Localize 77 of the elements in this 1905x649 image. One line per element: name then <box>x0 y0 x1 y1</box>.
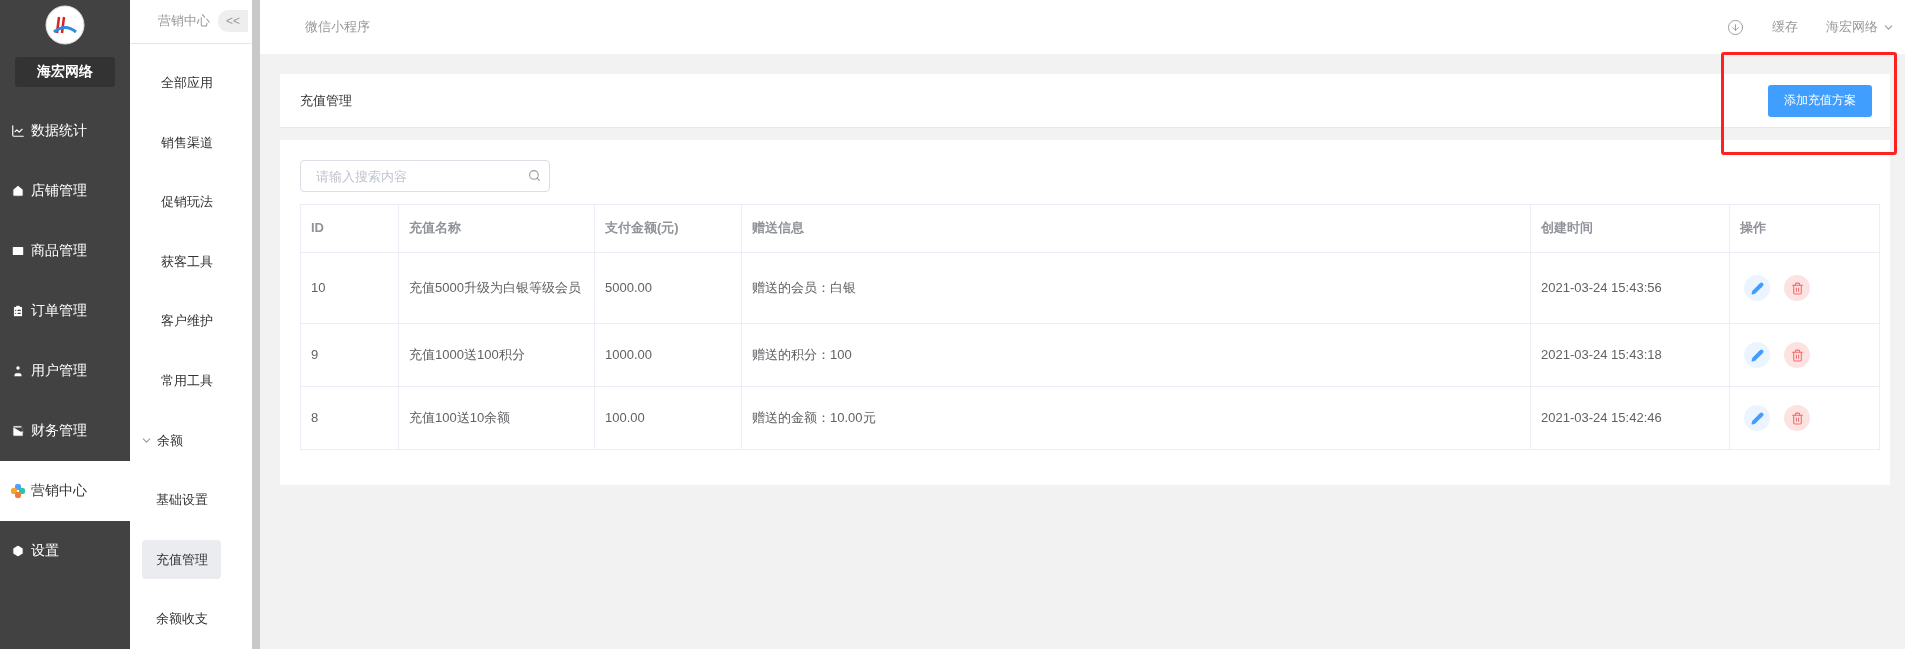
menu-item[interactable]: 常用工具 <box>142 361 232 401</box>
nav-icon <box>11 244 25 258</box>
table-cell: 赠送的积分：100 <box>742 324 1531 387</box>
table-cell: 2021-03-24 15:43:18 <box>1531 324 1730 387</box>
table-cell: 赠送的金额：10.00元 <box>742 387 1531 450</box>
menu-item[interactable]: 销售渠道 <box>142 123 232 163</box>
trash-icon <box>1790 281 1804 295</box>
column-header: ID <box>301 205 399 253</box>
column-header: 操作 <box>1730 205 1880 253</box>
menu-group[interactable]: 余额 <box>140 420 252 461</box>
pencil-icon <box>1750 348 1764 362</box>
menu-item[interactable]: 促销玩法 <box>142 182 232 223</box>
table-cell: 充值1000送100积分 <box>399 324 595 387</box>
table-cell: 100.00 <box>595 387 742 450</box>
nav-label: 店铺管理 <box>31 182 87 200</box>
download-icon[interactable] <box>1727 18 1744 36</box>
table-cell: 充值5000升级为白银等级会员 <box>399 253 595 324</box>
column-header: 支付金额(元) <box>595 205 742 253</box>
search-field[interactable]: 请输入搜索内容 <box>300 160 550 192</box>
nav-item[interactable]: 用户管理 <box>0 341 130 401</box>
nav-label: 用户管理 <box>31 362 87 380</box>
column-header: 创建时间 <box>1531 205 1730 253</box>
nav-icon <box>11 364 25 378</box>
table-cell: 2021-03-24 15:43:56 <box>1531 253 1730 324</box>
menu-item[interactable]: 获客工具 <box>142 242 232 282</box>
table-cell: 赠送的会员：白银 <box>742 253 1531 324</box>
edit-button[interactable] <box>1744 275 1770 301</box>
nav-icon <box>11 424 25 438</box>
nav-label: 订单管理 <box>31 302 87 320</box>
edit-button[interactable] <box>1744 405 1770 431</box>
scrollbar[interactable] <box>252 0 260 649</box>
nav-label: 财务管理 <box>31 422 87 440</box>
nav-icon <box>11 124 25 138</box>
nav-item[interactable]: 数据统计 <box>0 101 130 161</box>
nav-label: 营销中心 <box>31 482 87 500</box>
table-cell: 充值100送10余额 <box>399 387 595 450</box>
delete-button[interactable] <box>1784 342 1810 368</box>
table-cell: 10 <box>301 253 399 324</box>
nav-label: 商品管理 <box>31 242 87 260</box>
delete-button[interactable] <box>1784 275 1810 301</box>
menu-item[interactable]: 客户维护 <box>142 301 232 342</box>
brand-name: 海宏网络 <box>15 57 115 87</box>
nav-item[interactable]: 商品管理 <box>0 221 130 281</box>
nav-label: 设置 <box>31 542 59 560</box>
table-cell: 1000.00 <box>595 324 742 387</box>
menu-group-label: 余额 <box>157 431 183 450</box>
nav-item[interactable]: 设置 <box>0 521 130 581</box>
column-header: 充值名称 <box>399 205 595 253</box>
edit-button[interactable] <box>1744 342 1770 368</box>
nav-icon <box>11 304 25 318</box>
delete-button[interactable] <box>1784 405 1810 431</box>
pencil-icon <box>1750 411 1764 425</box>
colorful-blocks-icon <box>11 484 25 498</box>
column-header: 赠送信息 <box>742 205 1531 253</box>
table-cell: 8 <box>301 387 399 450</box>
menu-item[interactable]: 充值管理 <box>142 539 221 580</box>
nav-item[interactable]: 营销中心 <box>0 461 130 521</box>
nav-label: 数据统计 <box>31 122 87 140</box>
trash-icon <box>1790 411 1804 425</box>
section-title: 营销中心 <box>158 12 210 31</box>
trash-icon <box>1790 348 1804 362</box>
nav-item[interactable]: 店铺管理 <box>0 161 130 221</box>
nav-icon <box>11 544 25 558</box>
menu-item[interactable]: 基础设置 <box>142 480 221 520</box>
table-cell: 5000.00 <box>595 253 742 324</box>
nav-item[interactable]: 财务管理 <box>0 401 130 461</box>
menu-item[interactable]: 余额收支 <box>142 599 221 639</box>
pencil-icon <box>1750 281 1764 295</box>
logo <box>45 5 85 45</box>
search-icon <box>528 169 541 182</box>
table-cell: 9 <box>301 324 399 387</box>
nav-item[interactable]: 订单管理 <box>0 281 130 341</box>
app-name: 微信小程序 <box>305 18 371 36</box>
menu-item[interactable]: 全部应用 <box>142 63 232 104</box>
table-cell: 2021-03-24 15:42:46 <box>1531 387 1730 450</box>
nav-icon <box>11 184 25 198</box>
page-title: 充值管理 <box>300 91 352 110</box>
